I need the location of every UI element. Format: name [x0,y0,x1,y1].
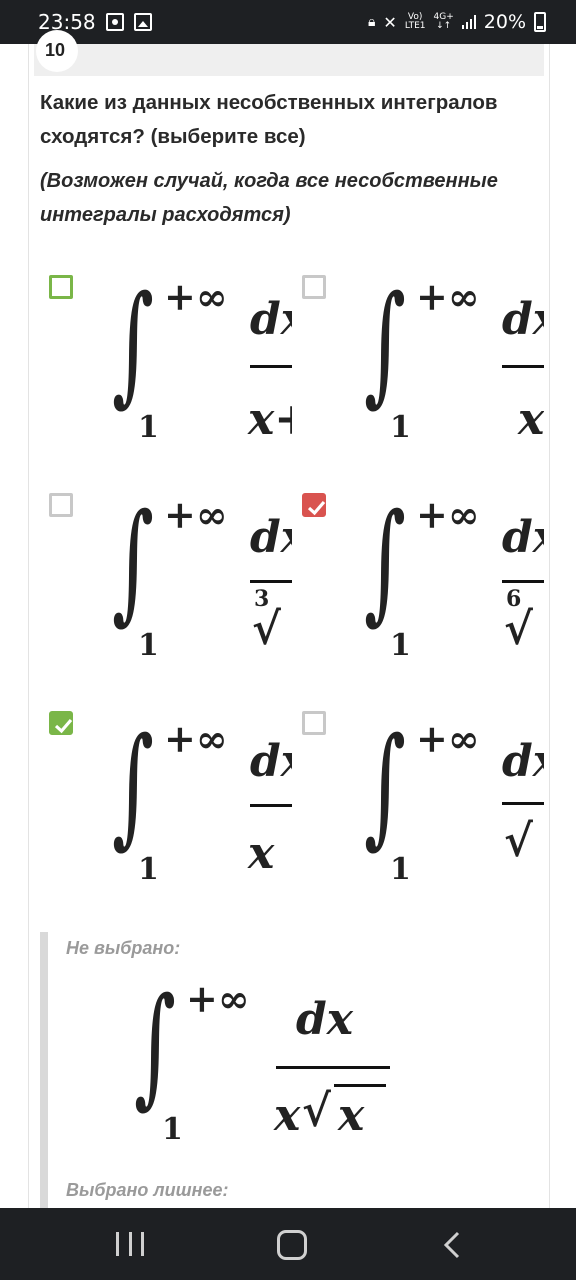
upper-limit: +∞ [416,274,480,319]
missed-formula: ∫ +∞ 1 dx x √ x [130,970,430,1150]
fraction-bar [250,365,292,368]
lower-limit: 1 [390,852,411,887]
option-1-checkbox[interactable] [49,275,73,299]
not-selected-label: Не выбрано: [66,938,181,958]
lower-limit: 1 [138,410,159,445]
fraction-bar [502,365,544,368]
check-icon [54,718,73,734]
integral-sign: ∫ [364,270,406,419]
mute-icon: ✕ [383,12,397,32]
numerator: dx [250,294,292,345]
numerator: dx [502,294,544,345]
integral-sign: ∫ [364,488,406,637]
fraction-bar [502,802,544,805]
denominator-radicand: x [338,1090,365,1141]
lower-limit: 1 [138,628,159,663]
feedback-accent-bar [40,932,48,1208]
integral-sign: ∫ [112,488,154,637]
upper-limit: +∞ [164,274,228,319]
data-arrows-icon: ↓↑ [436,21,452,31]
upper-limit: +∞ [164,492,228,537]
denominator: x+ [248,394,292,445]
upper-limit: +∞ [186,976,250,1021]
battery-icon [534,12,546,32]
numerator: dx [250,512,292,563]
numerator: dx [502,512,544,563]
fraction-bar [502,580,544,583]
lte-label: LTE1 [404,21,426,31]
check-icon [307,500,326,516]
option-2-checkbox[interactable] [302,275,326,299]
option-1-formula[interactable]: ∫ +∞ 1 dx x+ [108,270,292,450]
question-number: 10 [45,40,66,60]
clock: 23:58 [38,10,96,34]
numerator: dx [250,736,292,787]
option-5-checkbox[interactable] [49,711,73,735]
signal-icon [461,15,476,29]
lower-limit: 1 [390,628,411,663]
denominator: √ [252,604,281,655]
option-2-formula[interactable]: ∫ +∞ 1 dx x [360,270,544,450]
recent-apps-button[interactable] [116,1232,144,1256]
option-6-formula[interactable]: ∫ +∞ 1 dx √ [360,712,544,892]
integral-sign: ∫ [112,712,154,861]
option-3-checkbox[interactable] [49,493,73,517]
denominator: x [248,828,275,879]
option-4-formula[interactable]: ∫ +∞ 1 dx 6 √ [360,488,544,668]
numerator: dx [296,994,353,1045]
lower-limit: 1 [138,852,159,887]
denominator-root: √ [302,1086,331,1137]
status-bar: 23:58 🔒︎ ✕ Vo) LTE1 4G+ ↓↑ 20% [0,0,576,44]
upper-limit: +∞ [416,716,480,761]
question-header [34,44,544,76]
denominator: √ [504,604,533,655]
integral-sign: ∫ [364,712,406,861]
question-text: Какие из данных несобственных интегралов… [40,91,498,148]
lock-icon: 🔒︎ [367,14,376,30]
volte-indicator: Vo) LTE1 [405,13,426,31]
gallery-icon [133,13,152,31]
denominator: x [518,394,544,445]
upper-limit: +∞ [416,492,480,537]
lower-limit: 1 [162,1112,183,1147]
notification-icon [105,13,124,31]
network-type: 4G+ ↓↑ [434,13,454,31]
extra-selected-label: Выбрано лишнее: [66,1180,229,1200]
back-button[interactable] [440,1230,464,1260]
denominator: √ [504,816,533,867]
fraction-bar [250,804,292,807]
fraction-bar [276,1066,390,1069]
numerator: dx [502,736,544,787]
option-3-formula[interactable]: ∫ +∞ 1 dx 3 √ [108,488,292,668]
option-6-checkbox[interactable] [302,711,326,735]
option-5-formula[interactable]: ∫ +∞ 1 dx x [108,712,292,892]
question-note: (Возможен случай, когда все несобственны… [40,170,498,226]
upper-limit: +∞ [164,716,228,761]
navigation-bar [0,1208,576,1280]
lower-limit: 1 [390,410,411,445]
denominator-x: x [274,1090,301,1141]
integral-sign: ∫ [134,970,176,1121]
battery-percent: 20% [483,11,526,33]
integral-sign: ∫ [112,270,154,419]
home-button[interactable] [277,1230,307,1260]
option-4-checkbox[interactable] [302,493,326,517]
fraction-bar [250,580,292,583]
question-number-badge: 10 [36,30,78,72]
root-vinculum [334,1084,386,1087]
